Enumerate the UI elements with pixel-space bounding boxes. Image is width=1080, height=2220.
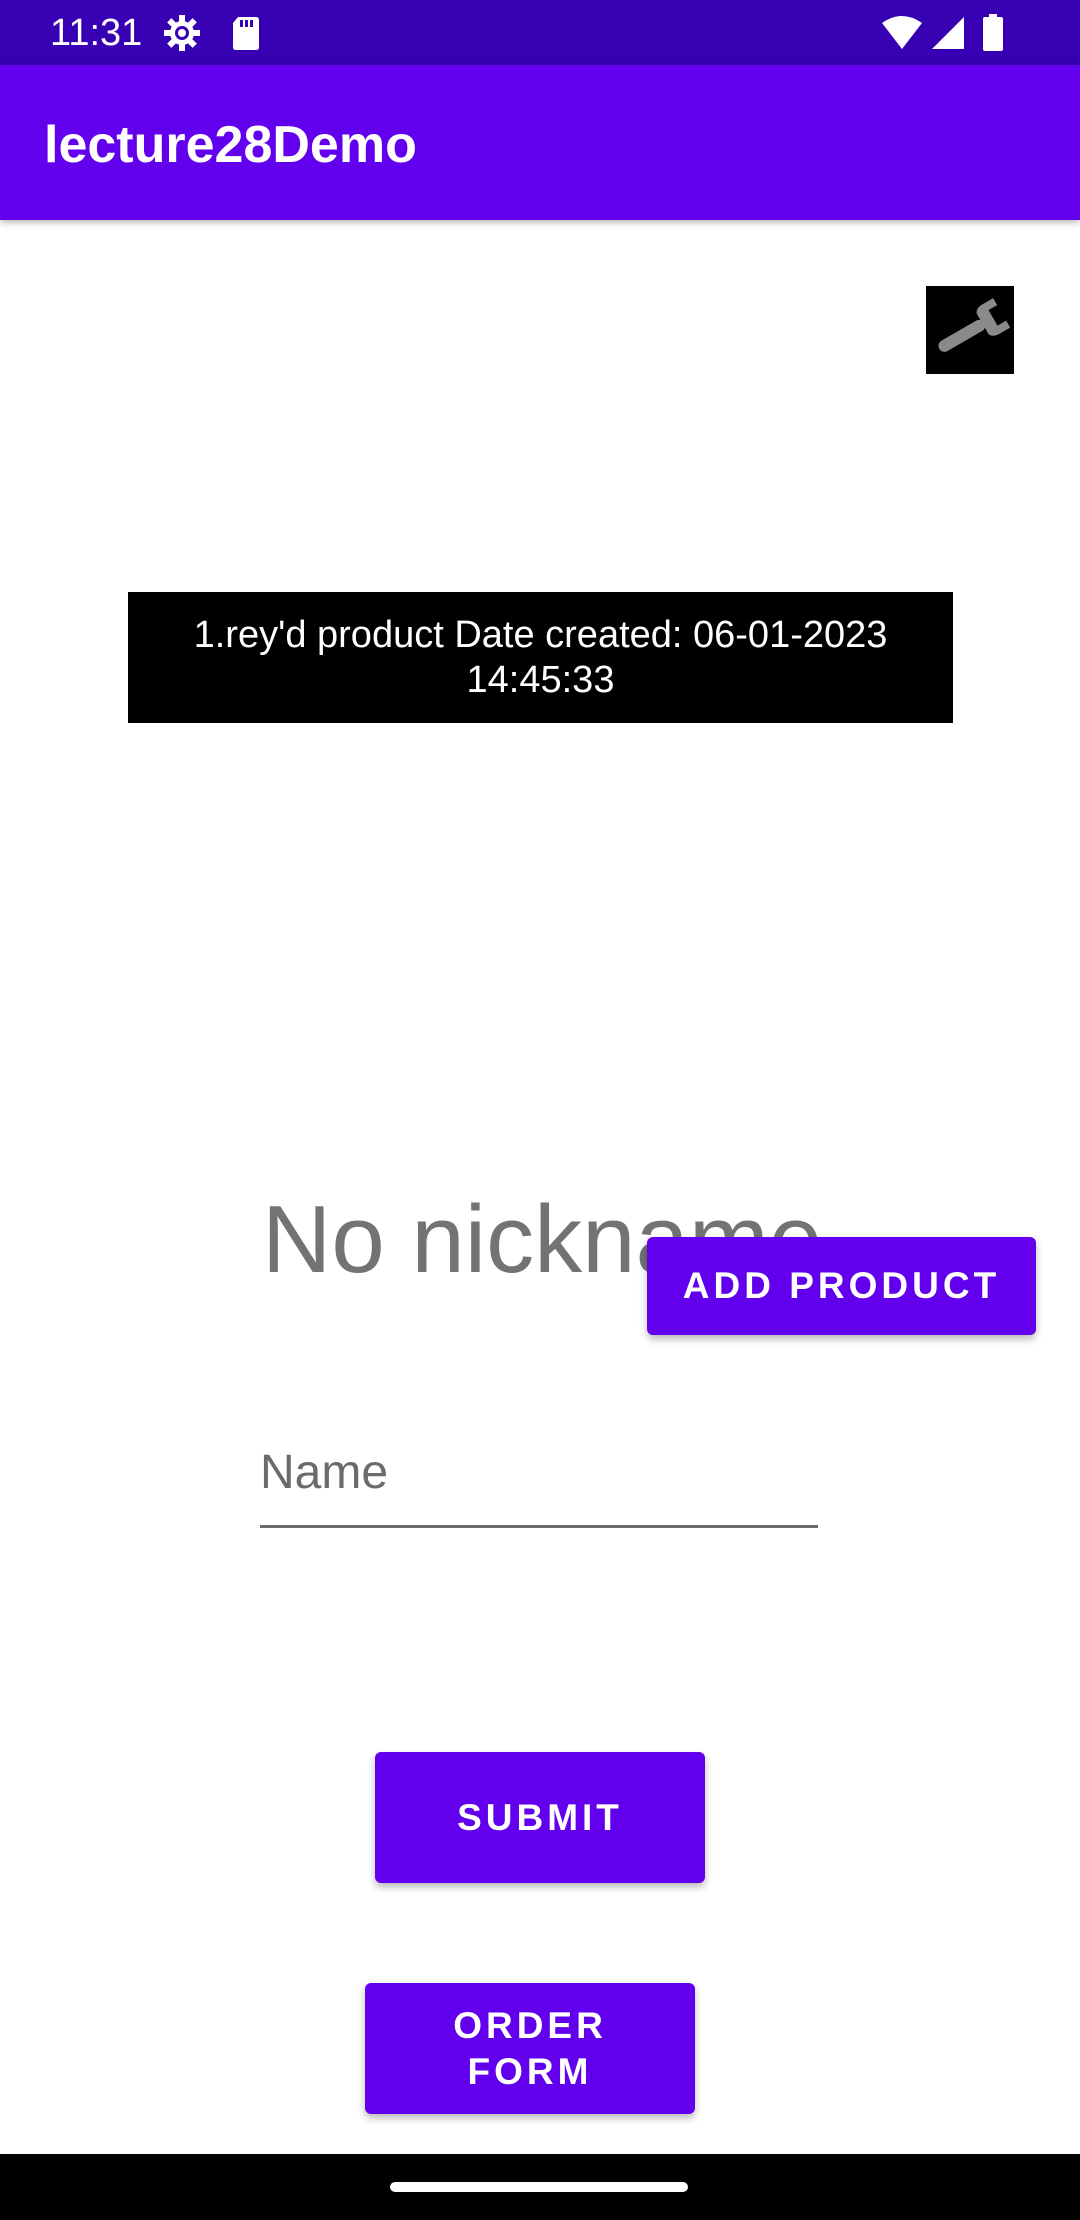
wrench-icon [938,298,1011,352]
order-form-button[interactable]: ORDER FORM [365,1983,695,2114]
name-input[interactable] [260,1420,818,1528]
sd-card-icon [226,13,266,53]
product-text: 1.rey'd product Date created: 06-01-2023… [193,613,888,701]
status-bar: 11:31 [0,0,1080,65]
settings-icon [162,13,202,53]
battery-icon [978,13,1008,53]
product-label: 1.rey'd product Date created: 06-01-2023… [128,592,953,723]
order-form-label: ORDER FORM [453,2004,607,2092]
submit-button[interactable]: SUBMIT [375,1752,705,1883]
name-field[interactable] [260,1420,818,1530]
signal-icon [928,13,968,53]
add-product-label: ADD PRODUCT [682,1265,1001,1306]
app-bar: lecture28Demo [0,65,1080,220]
home-handle[interactable] [390,2182,688,2192]
add-product-button[interactable]: ADD PRODUCT [647,1237,1036,1335]
app-title: lecture28Demo [44,116,417,174]
wifi-icon [880,13,924,53]
submit-label: SUBMIT [457,1796,623,1838]
status-time: 11:31 [50,12,143,54]
wrench-image[interactable] [926,286,1014,374]
app-screen: 11:31 lecture28Demo 1.rey'd product Date… [0,0,1080,2220]
